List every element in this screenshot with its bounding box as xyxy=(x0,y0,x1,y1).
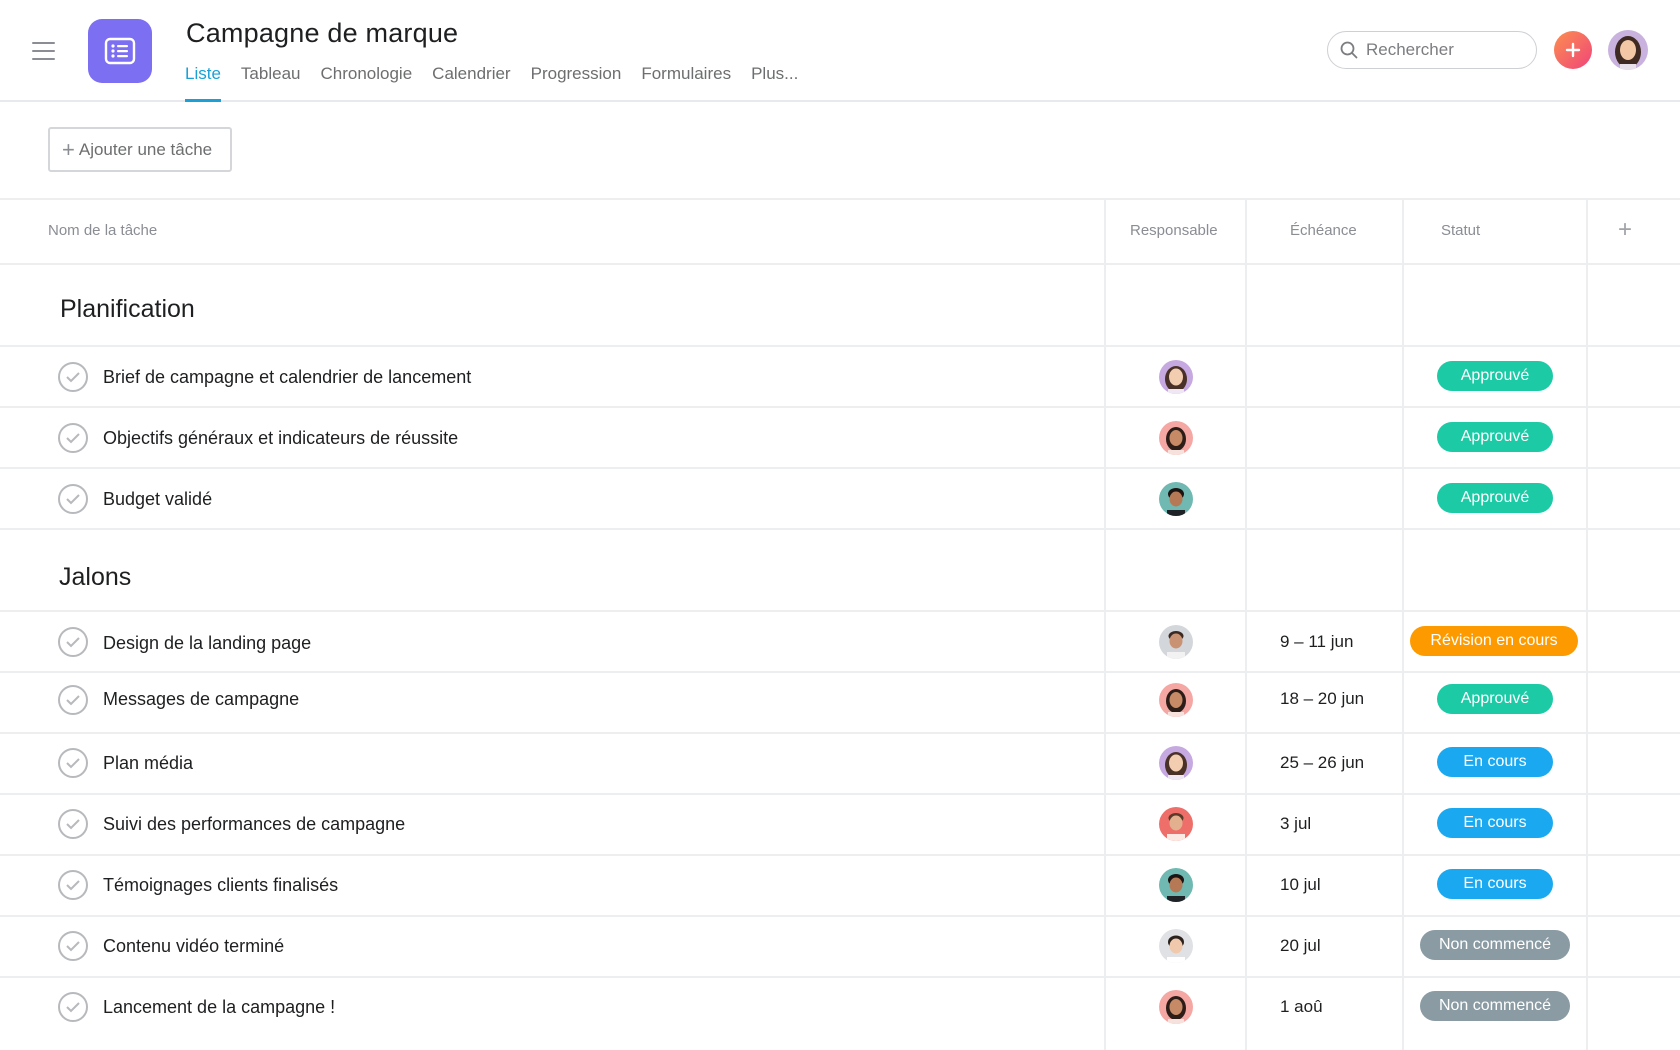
avatar-teal-man[interactable] xyxy=(1159,482,1193,516)
avatar-pink-woman[interactable] xyxy=(1159,421,1193,455)
table-row[interactable]: Plan média 25 – 26 jun En cours xyxy=(0,734,1680,795)
check-icon xyxy=(66,941,80,952)
plus-icon xyxy=(1565,42,1581,58)
complete-checkbox[interactable] xyxy=(58,748,88,778)
tab-chronologie[interactable]: Chronologie xyxy=(320,60,412,102)
list-icon[interactable] xyxy=(88,19,152,83)
table-row[interactable]: Design de la landing page 9 – 11 jun Rév… xyxy=(0,612,1680,673)
plus-icon: + xyxy=(62,136,75,162)
tab-plus[interactable]: Plus... xyxy=(751,60,798,102)
due-date[interactable]: 1 aoû xyxy=(1280,997,1323,1017)
task-name[interactable]: Contenu vidéo terminé xyxy=(103,936,284,957)
hamburger-menu-icon[interactable] xyxy=(32,40,56,60)
status-badge[interactable]: Non commencé xyxy=(1420,930,1570,960)
due-date[interactable]: 9 – 11 jun xyxy=(1280,632,1353,652)
avatar-pink-woman[interactable] xyxy=(1159,990,1193,1024)
avatar-purple-woman[interactable] xyxy=(1159,746,1193,780)
complete-checkbox[interactable] xyxy=(58,423,88,453)
status-badge[interactable]: Approuvé xyxy=(1437,422,1553,452)
add-task-button[interactable]: + Ajouter une tâche xyxy=(48,127,232,172)
tab-liste[interactable]: Liste xyxy=(185,60,221,102)
status-badge[interactable]: Révision en cours xyxy=(1410,626,1578,656)
user-avatar[interactable] xyxy=(1608,30,1648,70)
table-row[interactable]: Objectifs généraux et indicateurs de réu… xyxy=(0,408,1680,469)
add-column-button[interactable]: + xyxy=(1618,216,1632,244)
tab-tableau[interactable]: Tableau xyxy=(241,60,301,102)
check-icon xyxy=(66,758,80,769)
due-date[interactable]: 20 jul xyxy=(1280,936,1321,956)
tab-progression[interactable]: Progression xyxy=(531,60,622,102)
task-name[interactable]: Témoignages clients finalisés xyxy=(103,875,338,896)
table-row[interactable]: Témoignages clients finalisés 10 jul En … xyxy=(0,856,1680,917)
complete-checkbox[interactable] xyxy=(58,627,88,657)
check-icon xyxy=(66,433,80,444)
avatar-purple-woman[interactable] xyxy=(1159,360,1193,394)
section-title[interactable]: Jalons xyxy=(59,563,131,592)
task-name[interactable]: Budget validé xyxy=(103,489,212,510)
view-tabs: Liste Tableau Chronologie Calendrier Pro… xyxy=(185,60,818,102)
top-bar: Campagne de marque Liste Tableau Chronol… xyxy=(0,0,1680,102)
section-title[interactable]: Planification xyxy=(60,295,195,324)
check-icon xyxy=(66,1002,80,1013)
avatar-red-man[interactable] xyxy=(1159,807,1193,841)
avatar-grey-man[interactable] xyxy=(1159,625,1193,659)
check-icon xyxy=(66,494,80,505)
status-badge[interactable]: Non commencé xyxy=(1420,991,1570,1021)
search-input[interactable]: Rechercher xyxy=(1327,31,1537,69)
avatar-pink-woman[interactable] xyxy=(1159,683,1193,717)
search-icon xyxy=(1340,41,1358,59)
search-placeholder: Rechercher xyxy=(1366,40,1454,59)
task-name[interactable]: Plan média xyxy=(103,753,193,774)
task-name[interactable]: Design de la landing page xyxy=(103,633,311,654)
check-icon xyxy=(66,637,80,648)
complete-checkbox[interactable] xyxy=(58,931,88,961)
check-icon xyxy=(66,695,80,706)
complete-checkbox[interactable] xyxy=(58,809,88,839)
table-row[interactable]: Budget validé Approuvé xyxy=(0,469,1680,530)
status-badge[interactable]: Approuvé xyxy=(1437,361,1553,391)
table-row[interactable]: Brief de campagne et calendrier de lance… xyxy=(0,347,1680,408)
task-name[interactable]: Objectifs généraux et indicateurs de réu… xyxy=(103,428,458,449)
section-header: Jalons xyxy=(0,530,1680,612)
due-date[interactable]: 18 – 20 jun xyxy=(1280,689,1364,709)
add-task-label: Ajouter une tâche xyxy=(78,139,213,159)
complete-checkbox[interactable] xyxy=(58,362,88,392)
check-icon xyxy=(66,819,80,830)
due-date[interactable]: 3 jul xyxy=(1280,814,1311,834)
task-table: Nom de la tâche Responsable Échéance Sta… xyxy=(0,198,1680,1050)
project-title: Campagne de marque xyxy=(186,18,459,48)
tab-formulaires[interactable]: Formulaires xyxy=(641,60,731,102)
task-name[interactable]: Messages de campagne xyxy=(103,689,299,710)
check-icon xyxy=(66,372,80,383)
task-name[interactable]: Brief de campagne et calendrier de lance… xyxy=(103,367,471,388)
complete-checkbox[interactable] xyxy=(58,484,88,514)
task-name[interactable]: Suivi des performances de campagne xyxy=(103,814,405,835)
column-header-name[interactable]: Nom de la tâche xyxy=(48,222,157,239)
table-row[interactable]: Contenu vidéo terminé 20 jul Non commenc… xyxy=(0,917,1680,978)
table-row[interactable]: Lancement de la campagne ! 1 aoû Non com… xyxy=(0,978,1680,1039)
status-badge[interactable]: Approuvé xyxy=(1437,483,1553,513)
status-badge[interactable]: En cours xyxy=(1437,869,1553,899)
avatar-grey-woman[interactable] xyxy=(1159,929,1193,963)
complete-checkbox[interactable] xyxy=(58,685,88,715)
check-icon xyxy=(66,880,80,891)
table-row[interactable]: Messages de campagne 18 – 20 jun Approuv… xyxy=(0,673,1680,734)
due-date[interactable]: 10 jul xyxy=(1280,875,1321,895)
section-header: Planification xyxy=(0,265,1680,347)
complete-checkbox[interactable] xyxy=(58,992,88,1022)
complete-checkbox[interactable] xyxy=(58,870,88,900)
tab-calendrier[interactable]: Calendrier xyxy=(432,60,510,102)
table-header: Nom de la tâche Responsable Échéance Sta… xyxy=(0,198,1680,265)
avatar-teal-man[interactable] xyxy=(1159,868,1193,902)
quick-add-button[interactable] xyxy=(1554,31,1592,69)
status-badge[interactable]: Approuvé xyxy=(1437,684,1553,714)
column-header-assignee[interactable]: Responsable xyxy=(1130,222,1218,239)
column-header-due[interactable]: Échéance xyxy=(1290,222,1357,239)
column-header-status[interactable]: Statut xyxy=(1441,222,1480,239)
due-date[interactable]: 25 – 26 jun xyxy=(1280,753,1364,773)
status-badge[interactable]: En cours xyxy=(1437,747,1553,777)
status-badge[interactable]: En cours xyxy=(1437,808,1553,838)
task-name[interactable]: Lancement de la campagne ! xyxy=(103,997,335,1018)
table-row[interactable]: Suivi des performances de campagne 3 jul… xyxy=(0,795,1680,856)
